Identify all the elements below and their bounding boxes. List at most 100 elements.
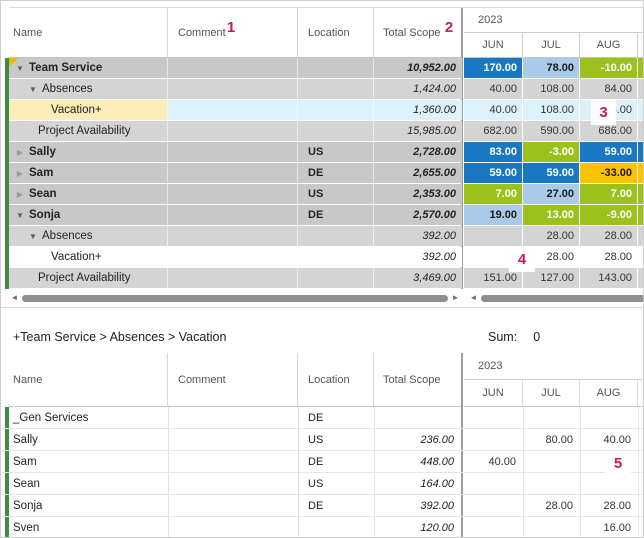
bottom-col-header-name[interactable]: Name bbox=[9, 353, 168, 407]
row-location-cell[interactable] bbox=[298, 226, 374, 246]
top-month-header-jun[interactable]: JUN bbox=[464, 33, 523, 58]
row-comment-cell[interactable] bbox=[168, 451, 298, 472]
month-cell-jun[interactable]: 59.00 bbox=[464, 163, 522, 183]
bottom-table-row-gen-services[interactable]: _Gen ServicesDE bbox=[1, 407, 644, 429]
top-table-row-sam[interactable]: ▶SamDE2,655.0059.0059.00-33.00 bbox=[1, 163, 644, 184]
row-total-scope-cell[interactable]: 3,469.00 bbox=[374, 268, 462, 288]
row-total-scope-cell[interactable]: 164.00 bbox=[374, 473, 460, 494]
month-cell-jul[interactable]: 28.00 bbox=[523, 495, 578, 516]
bottom-table-row-sven[interactable]: Sven120.0016.00 bbox=[1, 517, 644, 538]
month-cell-jun[interactable]: 40.00 bbox=[464, 79, 522, 99]
row-total-scope-cell[interactable]: 10,952.00 bbox=[374, 58, 462, 78]
row-comment-cell[interactable] bbox=[168, 517, 298, 538]
top-col-header-name[interactable]: Name bbox=[9, 8, 168, 58]
month-cell-aug[interactable]: 28.00 bbox=[580, 495, 636, 516]
month-cell-aug[interactable]: 7.00 bbox=[580, 184, 637, 204]
month-cell-aug[interactable]: 143.00 bbox=[580, 268, 637, 288]
month-cell-jul[interactable]: 78.00 bbox=[523, 58, 579, 78]
row-name-cell[interactable]: ▶Sam bbox=[9, 163, 168, 183]
month-cell-jul[interactable]: 108.00 bbox=[523, 100, 579, 120]
row-name-cell[interactable]: Sam bbox=[9, 451, 168, 472]
row-location-cell[interactable] bbox=[298, 100, 374, 120]
month-cell-aug[interactable]: 59.00 bbox=[580, 142, 637, 162]
top-table-row-sonja[interactable]: ▼Sonja DE2,570.0019.0013.00-9.00 bbox=[1, 205, 644, 226]
row-location-cell[interactable] bbox=[298, 517, 374, 538]
row-comment-cell[interactable] bbox=[168, 429, 298, 450]
month-cell-aug[interactable]: -9.00 bbox=[580, 205, 637, 225]
month-cell-aug[interactable]: 28.00 bbox=[580, 247, 637, 267]
row-name-cell[interactable]: ▼Absences bbox=[9, 79, 168, 99]
row-location-cell[interactable]: DE bbox=[298, 407, 374, 428]
month-cell-jun[interactable] bbox=[464, 429, 521, 450]
row-name-cell[interactable]: ▼Team Service bbox=[9, 58, 168, 78]
row-location-cell[interactable] bbox=[298, 247, 374, 267]
month-cell-jun[interactable]: 7.00 bbox=[464, 184, 522, 204]
row-comment-cell[interactable] bbox=[168, 79, 298, 99]
breadcrumb[interactable]: +Team Service > Absences > Vacation bbox=[13, 330, 226, 344]
row-comment-cell[interactable] bbox=[168, 247, 298, 267]
row-total-scope-cell[interactable]: 1,360.00 bbox=[374, 100, 462, 120]
bottom-col-header-total-scope[interactable]: Total Scope bbox=[374, 353, 462, 407]
row-location-cell[interactable] bbox=[298, 268, 374, 288]
top-table-row-project-availability[interactable]: Project Availability3,469.00151.00127.00… bbox=[1, 268, 644, 289]
month-cell-aug[interactable]: -33.00 bbox=[580, 163, 637, 183]
bottom-col-header-comment[interactable]: Comment bbox=[168, 353, 298, 407]
month-cell-aug[interactable]: 40.00 bbox=[580, 429, 636, 450]
month-cell-jun[interactable]: 19.00 bbox=[464, 205, 522, 225]
bottom-table-row-sean[interactable]: SeanUS164.00 bbox=[1, 473, 644, 495]
month-cell-jun[interactable] bbox=[464, 517, 521, 538]
month-cell-jul[interactable]: 27.00 bbox=[523, 184, 579, 204]
month-cell-aug[interactable]: 16.00 bbox=[580, 517, 636, 538]
row-name-cell[interactable]: Project Availability bbox=[9, 121, 168, 141]
month-cell-jun[interactable] bbox=[464, 473, 521, 494]
row-comment-cell[interactable] bbox=[168, 495, 298, 516]
row-location-cell[interactable]: US bbox=[298, 184, 374, 204]
top-table-row-vacation[interactable]: Vacation+392.0028.0028.00 bbox=[1, 247, 644, 268]
row-total-scope-cell[interactable]: 2,655.00 bbox=[374, 163, 462, 183]
month-cell-jul[interactable] bbox=[523, 407, 578, 428]
month-cell-jul[interactable] bbox=[523, 473, 578, 494]
row-location-cell[interactable] bbox=[298, 121, 374, 141]
row-location-cell[interactable]: DE bbox=[298, 205, 374, 225]
month-cell-jul[interactable]: -3.00 bbox=[523, 142, 579, 162]
top-table-row-absences[interactable]: ▼Absences392.0028.0028.00 bbox=[1, 226, 644, 247]
row-name-cell[interactable]: ▶Sally bbox=[9, 142, 168, 162]
bottom-month-header-jun[interactable]: JUN bbox=[464, 380, 523, 407]
scroll-left-arrow-icon[interactable]: ◄ bbox=[9, 292, 20, 304]
row-total-scope-cell[interactable]: 2,728.00 bbox=[374, 142, 462, 162]
month-cell-jun[interactable]: 83.00 bbox=[464, 142, 522, 162]
row-location-cell[interactable]: US bbox=[298, 473, 374, 494]
row-comment-cell[interactable] bbox=[168, 142, 298, 162]
row-name-cell[interactable]: ▼Sonja bbox=[9, 205, 168, 225]
top-table-row-vacation[interactable]: Vacation+1,360.0040.00108.0084.00 bbox=[1, 100, 644, 121]
month-cell-aug[interactable] bbox=[580, 473, 636, 494]
bottom-month-header-jul[interactable]: JUL bbox=[523, 380, 580, 407]
bottom-table-row-sonja[interactable]: SonjaDE392.0028.0028.00 bbox=[1, 495, 644, 517]
row-comment-cell[interactable] bbox=[168, 184, 298, 204]
row-total-scope-cell[interactable]: 1,424.00 bbox=[374, 79, 462, 99]
row-total-scope-cell[interactable]: 120.00 bbox=[374, 517, 460, 538]
expand-triangle-icon[interactable]: ▶ bbox=[13, 169, 27, 178]
month-cell-aug[interactable]: -10.00 bbox=[580, 58, 637, 78]
month-cell-jun[interactable]: 40.00 bbox=[464, 451, 521, 472]
collapse-triangle-icon[interactable]: ▼ bbox=[26, 232, 40, 241]
bottom-table-row-sally[interactable]: SallyUS236.0080.0040.00 bbox=[1, 429, 644, 451]
month-cell-jul[interactable]: 59.00 bbox=[523, 163, 579, 183]
row-location-cell[interactable] bbox=[298, 58, 374, 78]
row-comment-cell[interactable] bbox=[168, 407, 298, 428]
scroll-left-arrow-icon[interactable]: ◄ bbox=[468, 292, 479, 304]
expand-triangle-icon[interactable]: ▶ bbox=[13, 148, 27, 157]
month-cell-jun[interactable] bbox=[464, 226, 522, 246]
top-col-header-location[interactable]: Location bbox=[298, 8, 374, 58]
row-name-cell[interactable]: ▼Absences bbox=[9, 226, 168, 246]
row-comment-cell[interactable] bbox=[168, 226, 298, 246]
month-cell-jul[interactable] bbox=[523, 451, 578, 472]
row-comment-cell[interactable] bbox=[168, 205, 298, 225]
month-cell-jul[interactable]: 13.00 bbox=[523, 205, 579, 225]
top-month-header-jul[interactable]: JUL bbox=[523, 33, 580, 58]
month-cell-jul[interactable]: 28.00 bbox=[523, 226, 579, 246]
row-total-scope-cell[interactable]: 2,570.00 bbox=[374, 205, 462, 225]
top-month-header-aug[interactable]: AUG bbox=[580, 33, 638, 58]
row-location-cell[interactable] bbox=[298, 79, 374, 99]
row-total-scope-cell[interactable]: 15,985.00 bbox=[374, 121, 462, 141]
